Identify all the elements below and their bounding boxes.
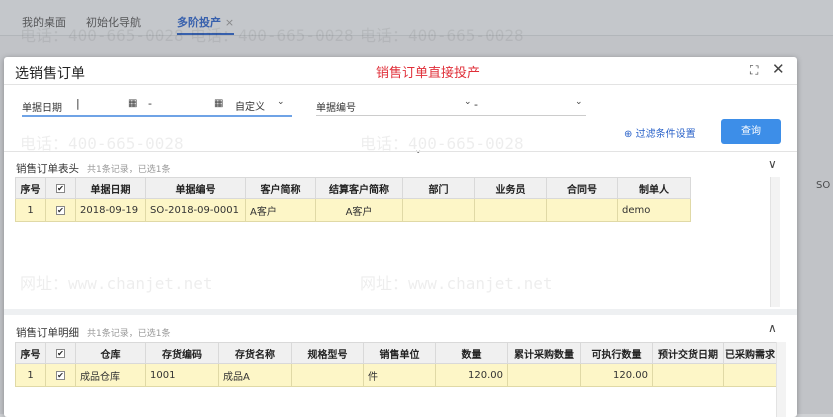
table-row[interactable]: 1 ✔ 2018-09-19 SO-2018-09-0001 A客户 A客户 d… <box>15 198 691 222</box>
section-title: 销售订单表头 <box>16 163 79 175</box>
col-header: 结算客户简称 <box>315 177 403 199</box>
cell-no: 1 <box>15 363 46 387</box>
col-header: 单据编号 <box>145 177 246 199</box>
date-range-input[interactable]: | ▦ - ▦ 自定义 ⌄ <box>22 95 292 115</box>
cell-delivery-date <box>652 363 724 387</box>
date-underline <box>22 115 292 117</box>
cell-customer: A客户 <box>245 198 316 222</box>
col-header: 存货编码 <box>145 342 219 364</box>
table-header-row: 序号 ✔ 仓库 存货编码 存货名称 规格型号 销售单位 数量 累计采购数量 可执… <box>15 342 777 364</box>
maximize-icon[interactable]: ⛶ <box>750 63 758 78</box>
dialog-title: 选销售订单 <box>15 66 85 82</box>
cell-date: 2018-09-19 <box>75 198 146 222</box>
scrollbar[interactable] <box>776 342 786 417</box>
chevron-down-icon[interactable]: ⌄ <box>277 97 285 107</box>
code-separator: - <box>474 98 478 111</box>
filter-settings-link[interactable]: ⊕ 过滤条件设置 <box>624 125 696 140</box>
date-range-select[interactable]: 自定义 <box>235 98 265 113</box>
chevron-down-icon[interactable]: ⌄ <box>464 97 472 107</box>
select-all-checkbox[interactable]: ✔ <box>45 177 76 199</box>
col-header: 序号 <box>15 342 46 364</box>
divider <box>4 309 797 315</box>
cell-qty: 120.00 <box>435 363 508 387</box>
col-header: 存货名称 <box>218 342 292 364</box>
col-header: 已采购需求 <box>723 342 777 364</box>
col-header: 业务员 <box>474 177 547 199</box>
annotation-text: 销售订单直接投产 <box>376 66 481 81</box>
collapse-icon[interactable]: ∨ <box>768 157 777 171</box>
calendar-icon[interactable]: ▦ <box>128 98 137 109</box>
cell-code: SO-2018-09-0001 <box>145 198 246 222</box>
cell-purchased <box>723 363 777 387</box>
code-input[interactable] <box>316 115 586 116</box>
col-header: 销售单位 <box>363 342 436 364</box>
cell-spec <box>291 363 364 387</box>
col-header: 合同号 <box>546 177 618 199</box>
order-detail-table: 序号 ✔ 仓库 存货编码 存货名称 规格型号 销售单位 数量 累计采购数量 可执… <box>15 342 777 387</box>
col-header: 仓库 <box>75 342 146 364</box>
cell-dept <box>402 198 475 222</box>
table-row[interactable]: 1 ✔ 成品仓库 1001 成品A 件 120.00 120.00 <box>15 363 777 387</box>
divider <box>4 84 797 85</box>
col-header: 数量 <box>435 342 508 364</box>
cell-warehouse: 成品仓库 <box>75 363 146 387</box>
col-header: 单据日期 <box>75 177 146 199</box>
col-header: 预计交货日期 <box>652 342 724 364</box>
record-summary: 共1条记录，已选1条 <box>87 165 171 175</box>
chevron-down-icon[interactable]: ⌄ <box>575 97 583 107</box>
col-header: 累计采购数量 <box>507 342 581 364</box>
plus-circle-icon: ⊕ <box>624 129 633 140</box>
cell-inv-name: 成品A <box>218 363 292 387</box>
close-icon[interactable]: ✕ <box>772 60 785 78</box>
date-separator: - <box>148 97 152 110</box>
cell-no: 1 <box>15 198 46 222</box>
cell-salesman <box>474 198 547 222</box>
col-header: 部门 <box>402 177 475 199</box>
detail-section-title: 销售订单明细 共1条记录，已选1条 <box>16 325 170 340</box>
cell-exec-qty: 120.00 <box>580 363 653 387</box>
row-checkbox[interactable]: ✔ <box>45 198 76 222</box>
table-header-row: 序号 ✔ 单据日期 单据编号 客户简称 结算客户简称 部门 业务员 合同号 制单… <box>15 177 691 199</box>
divider <box>4 151 797 152</box>
cell-cum-purchase <box>507 363 581 387</box>
header-section-title: 销售订单表头 共1条记录，已选1条 <box>16 161 170 176</box>
select-sales-order-dialog: 选销售订单 销售订单直接投产 ⛶ ✕ 单据日期 | ▦ - ▦ 自定义 ⌄ 单据… <box>4 57 797 417</box>
calendar-icon[interactable]: ▦ <box>214 98 223 109</box>
cell-inv-code: 1001 <box>145 363 219 387</box>
scrollbar[interactable] <box>770 177 780 307</box>
cell-settle-customer: A客户 <box>315 198 403 222</box>
col-header: 可执行数量 <box>580 342 653 364</box>
cell-contract <box>546 198 618 222</box>
filter-settings-label: 过滤条件设置 <box>635 129 696 140</box>
record-summary: 共1条记录，已选1条 <box>87 329 171 339</box>
col-header: 客户简称 <box>245 177 316 199</box>
expand-up-icon[interactable]: ∧ <box>768 321 777 335</box>
col-header: 序号 <box>15 177 46 199</box>
row-checkbox[interactable]: ✔ <box>45 363 76 387</box>
section-title: 销售订单明细 <box>16 327 79 339</box>
order-header-table: 序号 ✔ 单据日期 单据编号 客户简称 结算客户简称 部门 业务员 合同号 制单… <box>15 177 691 222</box>
select-all-checkbox[interactable]: ✔ <box>45 342 76 364</box>
code-label: 单据编号 <box>316 103 356 114</box>
cell-maker: demo <box>617 198 691 222</box>
query-button[interactable]: 查询 <box>721 119 781 144</box>
col-header: 规格型号 <box>291 342 364 364</box>
cell-unit: 件 <box>363 363 436 387</box>
col-header: 制单人 <box>617 177 691 199</box>
